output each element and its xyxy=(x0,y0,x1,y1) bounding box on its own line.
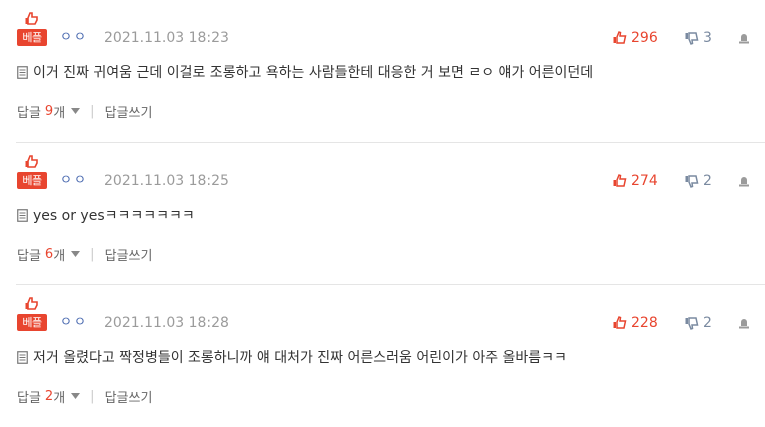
write-reply-link[interactable]: 답글쓰기 xyxy=(105,245,153,264)
upvote-count: 296 xyxy=(631,30,658,46)
upvote-count: 274 xyxy=(631,173,658,189)
report-icon[interactable] xyxy=(738,317,750,329)
thumbs-up-icon xyxy=(25,12,38,25)
reply-row: 답글 2 개 | 답글쓰기 xyxy=(17,386,152,406)
report-icon[interactable] xyxy=(738,32,750,44)
reply-unit: 개 xyxy=(53,248,66,264)
write-reply-link[interactable]: 답글쓰기 xyxy=(105,387,153,406)
document-icon xyxy=(17,65,28,79)
downvote-button[interactable]: 2 xyxy=(685,172,712,190)
thumbs-up-icon xyxy=(613,174,627,187)
reply-toggle[interactable]: 답글 6 개 xyxy=(17,245,81,264)
reply-toggle[interactable]: 답글 9 개 xyxy=(17,102,81,121)
upvote-button[interactable]: 228 xyxy=(613,314,658,332)
document-icon xyxy=(17,208,28,222)
best-comment-badge: 베플 xyxy=(17,297,47,331)
reply-count: 2 xyxy=(44,388,54,404)
comment-body: 이거 진짜 귀여움 근데 이걸로 조롱하고 욕하는 사람들한테 대응한 거 보면… xyxy=(17,62,593,82)
reply-label: 답글 xyxy=(17,248,41,264)
thumbs-down-icon xyxy=(685,32,699,45)
author-nick[interactable]: ㅇㅇ xyxy=(60,30,88,46)
best-label: 베플 xyxy=(17,29,47,46)
comment-text: 저거 올렸다고 짝정병들이 조롱하니까 얘 대처가 진짜 어른스러움 어린이가 … xyxy=(33,350,567,366)
upvote-count: 228 xyxy=(631,315,658,331)
comment-date: 2021.11.03 18:23 xyxy=(104,30,229,46)
chevron-down-icon xyxy=(71,251,81,257)
divider: | xyxy=(90,388,95,404)
document-icon xyxy=(17,350,28,364)
upvote-button[interactable]: 296 xyxy=(613,29,658,47)
reply-label: 답글 xyxy=(17,390,41,406)
comment-date: 2021.11.03 18:25 xyxy=(104,173,229,189)
reply-count: 6 xyxy=(44,246,54,262)
downvote-count: 2 xyxy=(703,173,712,189)
thumbs-up-icon xyxy=(613,31,627,44)
author-nick[interactable]: ㅇㅇ xyxy=(60,173,88,189)
downvote-button[interactable]: 3 xyxy=(685,29,712,47)
thumbs-down-icon xyxy=(685,317,699,330)
chevron-down-icon xyxy=(71,393,81,399)
comment-body: 저거 올렸다고 짝정병들이 조롱하니까 얘 대처가 진짜 어른스러움 어린이가 … xyxy=(17,347,567,367)
reply-unit: 개 xyxy=(53,105,66,121)
comment-text: 이거 진짜 귀여움 근데 이걸로 조롱하고 욕하는 사람들한테 대응한 거 보면… xyxy=(33,65,594,81)
best-label: 베플 xyxy=(17,172,47,189)
downvote-count: 2 xyxy=(703,315,712,331)
best-comment-badge: 베플 xyxy=(17,155,47,189)
best-comment-badge: 베플 xyxy=(17,12,47,46)
comment-item: 베플 ㅇㅇ 2021.11.03 18:28 228 2 저거 올렸다고 짝정병… xyxy=(0,285,765,427)
reply-label: 답글 xyxy=(17,105,41,121)
thumbs-down-icon xyxy=(685,175,699,188)
comment-item: 베플 ㅇㅇ 2021.11.03 18:25 274 2 yes or yesㅋ… xyxy=(0,143,765,285)
chevron-down-icon xyxy=(71,108,81,114)
report-icon[interactable] xyxy=(738,175,750,187)
comment-body: yes or yesㅋㅋㅋㅋㅋㅋㅋ xyxy=(17,205,195,225)
comment-text: yes or yesㅋㅋㅋㅋㅋㅋㅋ xyxy=(33,208,195,224)
thumbs-up-icon xyxy=(613,316,627,329)
comment-item: 베플 ㅇㅇ 2021.11.03 18:23 296 3 이거 진짜 귀여움 근… xyxy=(0,0,765,142)
upvote-button[interactable]: 274 xyxy=(613,172,658,190)
reply-row: 답글 9 개 | 답글쓰기 xyxy=(17,101,152,121)
downvote-count: 3 xyxy=(703,30,712,46)
reply-toggle[interactable]: 답글 2 개 xyxy=(17,387,81,406)
downvote-button[interactable]: 2 xyxy=(685,314,712,332)
reply-row: 답글 6 개 | 답글쓰기 xyxy=(17,244,152,264)
divider: | xyxy=(90,246,95,262)
thumbs-up-icon xyxy=(25,155,38,168)
reply-unit: 개 xyxy=(53,390,66,406)
write-reply-link[interactable]: 답글쓰기 xyxy=(105,102,153,121)
divider: | xyxy=(90,103,95,119)
best-label: 베플 xyxy=(17,314,47,331)
reply-count: 9 xyxy=(44,103,54,119)
author-nick[interactable]: ㅇㅇ xyxy=(60,315,88,331)
thumbs-up-icon xyxy=(25,297,38,310)
comment-date: 2021.11.03 18:28 xyxy=(104,315,229,331)
